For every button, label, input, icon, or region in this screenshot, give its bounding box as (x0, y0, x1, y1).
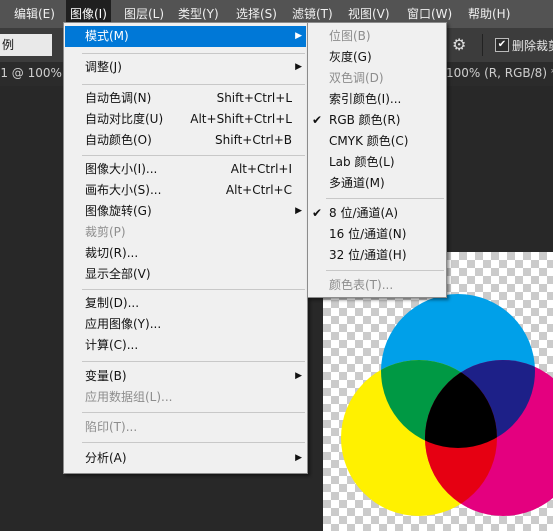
submenu-item-lab-color[interactable]: Lab 颜色(L) (309, 152, 445, 173)
divider (482, 34, 483, 56)
chevron-right-icon: ▶ (295, 206, 302, 216)
chevron-right-icon: ▶ (295, 371, 302, 381)
menu-item-analysis[interactable]: 分析(A) ▶ (65, 448, 306, 469)
checkmark-icon: ✔ (312, 113, 323, 127)
menu-item-image-rotation[interactable]: 图像旋转(G) ▶ (65, 201, 306, 222)
submenu-item-bitmap: 位图(B) (329, 29, 371, 43)
menu-item-apply-image[interactable]: 应用图像(Y)... (65, 314, 306, 335)
submenu-item-color-table: 颜色表(T)... (329, 278, 394, 292)
menu-item-duplicate[interactable]: 复制(D)... (65, 293, 306, 314)
submenu-item-8-bit[interactable]: ✔ 8 位/通道(A) (309, 203, 445, 224)
submenu-item-rgb-color[interactable]: ✔ RGB 颜色(R) (309, 110, 445, 131)
document-tab-1[interactable]: -1 @ 100% (0, 66, 62, 80)
menu-item-auto-color[interactable]: 自动颜色(O) Shift+Ctrl+B (65, 130, 306, 151)
chevron-right-icon: ▶ (295, 62, 302, 72)
delete-cropped-label: 删除裁剪 (512, 39, 553, 53)
gear-icon[interactable]: ⚙ (452, 36, 466, 54)
menu-help[interactable]: 帮助(H) (464, 0, 514, 28)
menu-item-auto-contrast[interactable]: 自动对比度(U) Alt+Shift+Ctrl+L (65, 109, 306, 130)
menu-item-crop: 裁剪(P) (85, 225, 126, 239)
submenu-item-16-bit[interactable]: 16 位/通道(N) (309, 224, 445, 245)
image-menu: 模式(M) ▶ 调整(J) ▶ 自动色调(N) Shift+Ctrl+L 自动对比度(… (63, 22, 308, 474)
menu-item-calculations[interactable]: 计算(C)... (65, 335, 306, 356)
menu-item-variables[interactable]: 变量(B) ▶ (65, 366, 306, 387)
chevron-right-icon: ▶ (295, 453, 302, 463)
menu-item-mode[interactable]: 模式(M) ▶ (65, 26, 306, 47)
delete-cropped-checkbox[interactable]: ✔ (495, 38, 509, 52)
menu-item-auto-tone[interactable]: 自动色调(N) Shift+Ctrl+L (65, 88, 306, 109)
menu-item-reveal-all[interactable]: 显示全部(V) (65, 264, 306, 285)
menu-item-trap: 陷印(T)... (85, 420, 138, 434)
checkmark-icon: ✔ (312, 206, 323, 220)
preset-field[interactable]: 例 (0, 34, 52, 56)
submenu-item-32-bit[interactable]: 32 位/通道(H) (309, 245, 445, 266)
submenu-item-multichannel[interactable]: 多通道(M) (309, 173, 445, 194)
menu-item-adjustments[interactable]: 调整(J) ▶ (65, 57, 306, 78)
menu-item-canvas-size[interactable]: 画布大小(S)... Alt+Ctrl+C (65, 180, 306, 201)
mode-submenu: 位图(B) 灰度(G) 双色调(D) 索引颜色(I)... ✔ RGB 颜色(R… (307, 22, 447, 298)
submenu-item-grayscale[interactable]: 灰度(G) (309, 47, 445, 68)
menu-item-image-size[interactable]: 图像大小(I)... Alt+Ctrl+I (65, 159, 306, 180)
submenu-item-indexed-color[interactable]: 索引颜色(I)... (309, 89, 445, 110)
menu-item-trim[interactable]: 裁切(R)... (65, 243, 306, 264)
chevron-right-icon: ▶ (295, 31, 302, 41)
document-tab-2[interactable]: 100% (R, RGB/8) * (446, 66, 553, 80)
submenu-item-cmyk-color[interactable]: CMYK 颜色(C) (309, 131, 445, 152)
menu-item-apply-data-set: 应用数据组(L)... (85, 390, 173, 404)
submenu-item-duotone: 双色调(D) (329, 71, 384, 85)
menu-edit[interactable]: 编辑(E) (10, 0, 59, 28)
